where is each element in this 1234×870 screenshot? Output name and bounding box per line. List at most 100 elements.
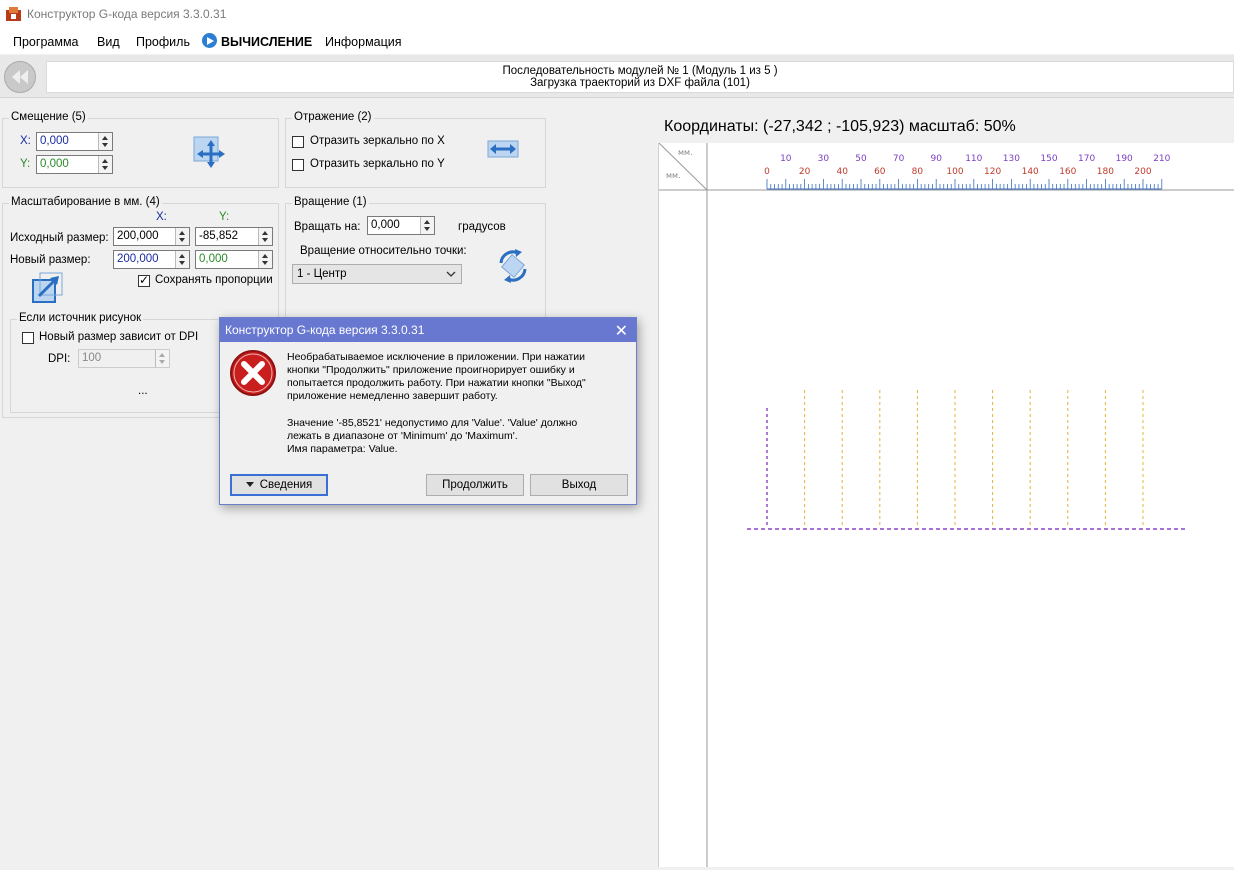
mirror-x-checkbox[interactable] — [292, 136, 304, 148]
ruler-label: 200 — [1134, 167, 1151, 177]
menu-calculate[interactable]: ВЫЧИСЛЕНИЕ — [221, 35, 312, 49]
ruler-label: 150 — [1040, 154, 1057, 164]
ruler-label: 170 — [1078, 154, 1095, 164]
source-size-label: Исходный размер: — [10, 232, 109, 244]
mirror-y-label: Отразить зеркально по Y — [310, 158, 445, 170]
source-x-input[interactable]: 200,000 — [113, 227, 190, 246]
ruler-label: 140 — [1022, 167, 1039, 177]
exit-button[interactable]: Выход — [530, 474, 628, 496]
menu-view[interactable]: Вид — [97, 35, 120, 49]
source-x-value: 200,000 — [117, 230, 159, 242]
new-x-stepper[interactable] — [175, 251, 189, 268]
dialog-detail: Значение '-85,8521' недопустимо для 'Val… — [287, 417, 627, 456]
detail-line: Значение '-85,8521' недопустимо для 'Val… — [287, 417, 578, 429]
offset-y-label: Y: — [20, 158, 31, 170]
ruler-label: 110 — [965, 154, 982, 164]
ruler-label: 40 — [836, 167, 848, 177]
details-button[interactable]: Сведения — [230, 474, 328, 496]
ruler-label: 70 — [893, 154, 905, 164]
message-line: попытается продолжить работу. При нажати… — [287, 377, 586, 389]
new-size-label: Новый размер: — [10, 254, 91, 266]
scale-icon[interactable] — [32, 272, 64, 304]
rotate-value: 0,000 — [371, 219, 400, 231]
ruler-label: 10 — [780, 154, 792, 164]
dialog-title: Конструктор G-кода версия 3.3.0.31 — [225, 323, 425, 337]
ruler-label: 80 — [912, 167, 924, 177]
scale-title: Масштабирование в мм. (4) — [9, 196, 162, 208]
new-x-value: 200,000 — [117, 253, 159, 265]
source-x-stepper[interactable] — [175, 228, 189, 245]
new-y-input[interactable]: 0,000 — [195, 250, 273, 269]
dialog-message: Необрабатываемое исключение в приложении… — [287, 351, 627, 403]
chevron-down-icon — [446, 271, 456, 277]
continue-button[interactable]: Продолжить — [426, 474, 524, 496]
source-y-value: -85,852 — [199, 230, 239, 242]
mirror-icon[interactable] — [486, 135, 520, 163]
window-title: Конструктор G-кода версия 3.3.0.31 — [27, 7, 227, 21]
ruler-unit-top: мм. — [678, 148, 693, 157]
picture-browse-button[interactable]: ... — [138, 385, 148, 397]
new-x-input[interactable]: 200,000 — [113, 250, 190, 269]
dpi-checkbox-label: Новый размер зависит от DPI — [39, 331, 199, 343]
new-y-stepper[interactable] — [258, 251, 272, 268]
offset-y-stepper[interactable] — [98, 156, 112, 173]
rotate-input[interactable]: 0,000 — [367, 216, 435, 235]
ruler-label: 30 — [818, 154, 830, 164]
move-icon[interactable] — [193, 136, 225, 168]
play-icon[interactable] — [202, 33, 217, 48]
mirror-title: Отражение (2) — [292, 111, 374, 123]
rewind-icon — [12, 70, 28, 84]
rotate-label: Вращать на: — [294, 221, 361, 233]
source-y-input[interactable]: -85,852 — [195, 227, 273, 246]
picture-source-title: Если источник рисунок — [17, 312, 144, 324]
mirror-group: Отражение (2) Отразить зеркально по X От… — [285, 111, 546, 188]
dpi-stepper[interactable] — [155, 350, 169, 367]
mirror-y-checkbox[interactable] — [292, 159, 304, 171]
menu-info[interactable]: Информация — [325, 35, 402, 49]
offset-y-input[interactable]: 0,000 — [36, 155, 113, 174]
ruler-label: 210 — [1153, 154, 1170, 164]
scale-col-x: X: — [156, 211, 167, 223]
message-line: кнопки "Продолжить" приложение проигнори… — [287, 364, 575, 376]
ruler-label: 90 — [930, 154, 942, 164]
drawing-canvas[interactable]: мм. мм. 10 30 50 70 90 110 130 150 170 190 210 0 20 4… — [658, 142, 1234, 867]
ruler-label: 190 — [1116, 154, 1133, 164]
ruler-label: 160 — [1059, 167, 1076, 177]
dpi-value: 100 — [82, 352, 102, 364]
dpi-input[interactable]: 100 — [78, 349, 170, 368]
drawing-svg: мм. мм. 10 30 50 70 90 110 130 150 170 190 210 0 20 4… — [658, 142, 1234, 867]
app-icon — [6, 7, 21, 21]
offset-group: Смещение (5) X: 0,000 Y: 0,000 — [2, 111, 279, 188]
ruler-label: 130 — [1003, 154, 1020, 164]
source-y-stepper[interactable] — [258, 228, 272, 245]
menu-program[interactable]: Программа — [13, 35, 79, 49]
ruler-label: 120 — [984, 167, 1001, 177]
dpi-label: DPI: — [48, 353, 71, 365]
rotation-point-label: Вращение относительно точки: — [300, 245, 467, 257]
rotate-icon[interactable] — [496, 249, 530, 283]
offset-title: Смещение (5) — [9, 111, 88, 123]
offset-x-input[interactable]: 0,000 — [36, 132, 113, 151]
keep-ratio-checkbox[interactable] — [138, 273, 150, 287]
message-line: приложение немедленно завершит работу. — [287, 390, 498, 402]
error-icon — [230, 350, 276, 396]
error-dialog: Конструктор G-кода версия 3.3.0.31 ✕ Нео… — [219, 317, 637, 505]
sequence-line-1: Последовательность модулей № 1 (Модуль 1… — [502, 65, 778, 77]
ruler-label: 20 — [799, 167, 811, 177]
rotation-point-select[interactable]: 1 - Центр — [292, 264, 462, 284]
rewind-button[interactable] — [4, 61, 36, 93]
triangle-down-icon — [245, 482, 254, 488]
ruler-label: 100 — [946, 167, 963, 177]
rotation-title: Вращение (1) — [292, 196, 369, 208]
close-icon[interactable]: ✕ — [615, 321, 628, 341]
rotate-stepper[interactable] — [420, 217, 434, 234]
ruler-label: 0 — [764, 167, 770, 177]
dpi-checkbox[interactable] — [22, 332, 34, 344]
offset-y-value: 0,000 — [40, 158, 69, 170]
degrees-label: градусов — [458, 221, 506, 233]
sequence-info: Последовательность модулей № 1 (Модуль 1… — [46, 61, 1234, 93]
ruler-unit-left: мм. — [666, 171, 681, 180]
offset-x-stepper[interactable] — [98, 133, 112, 150]
menu-profile[interactable]: Профиль — [136, 35, 190, 49]
detail-line: Имя параметра: Value. — [287, 443, 398, 455]
